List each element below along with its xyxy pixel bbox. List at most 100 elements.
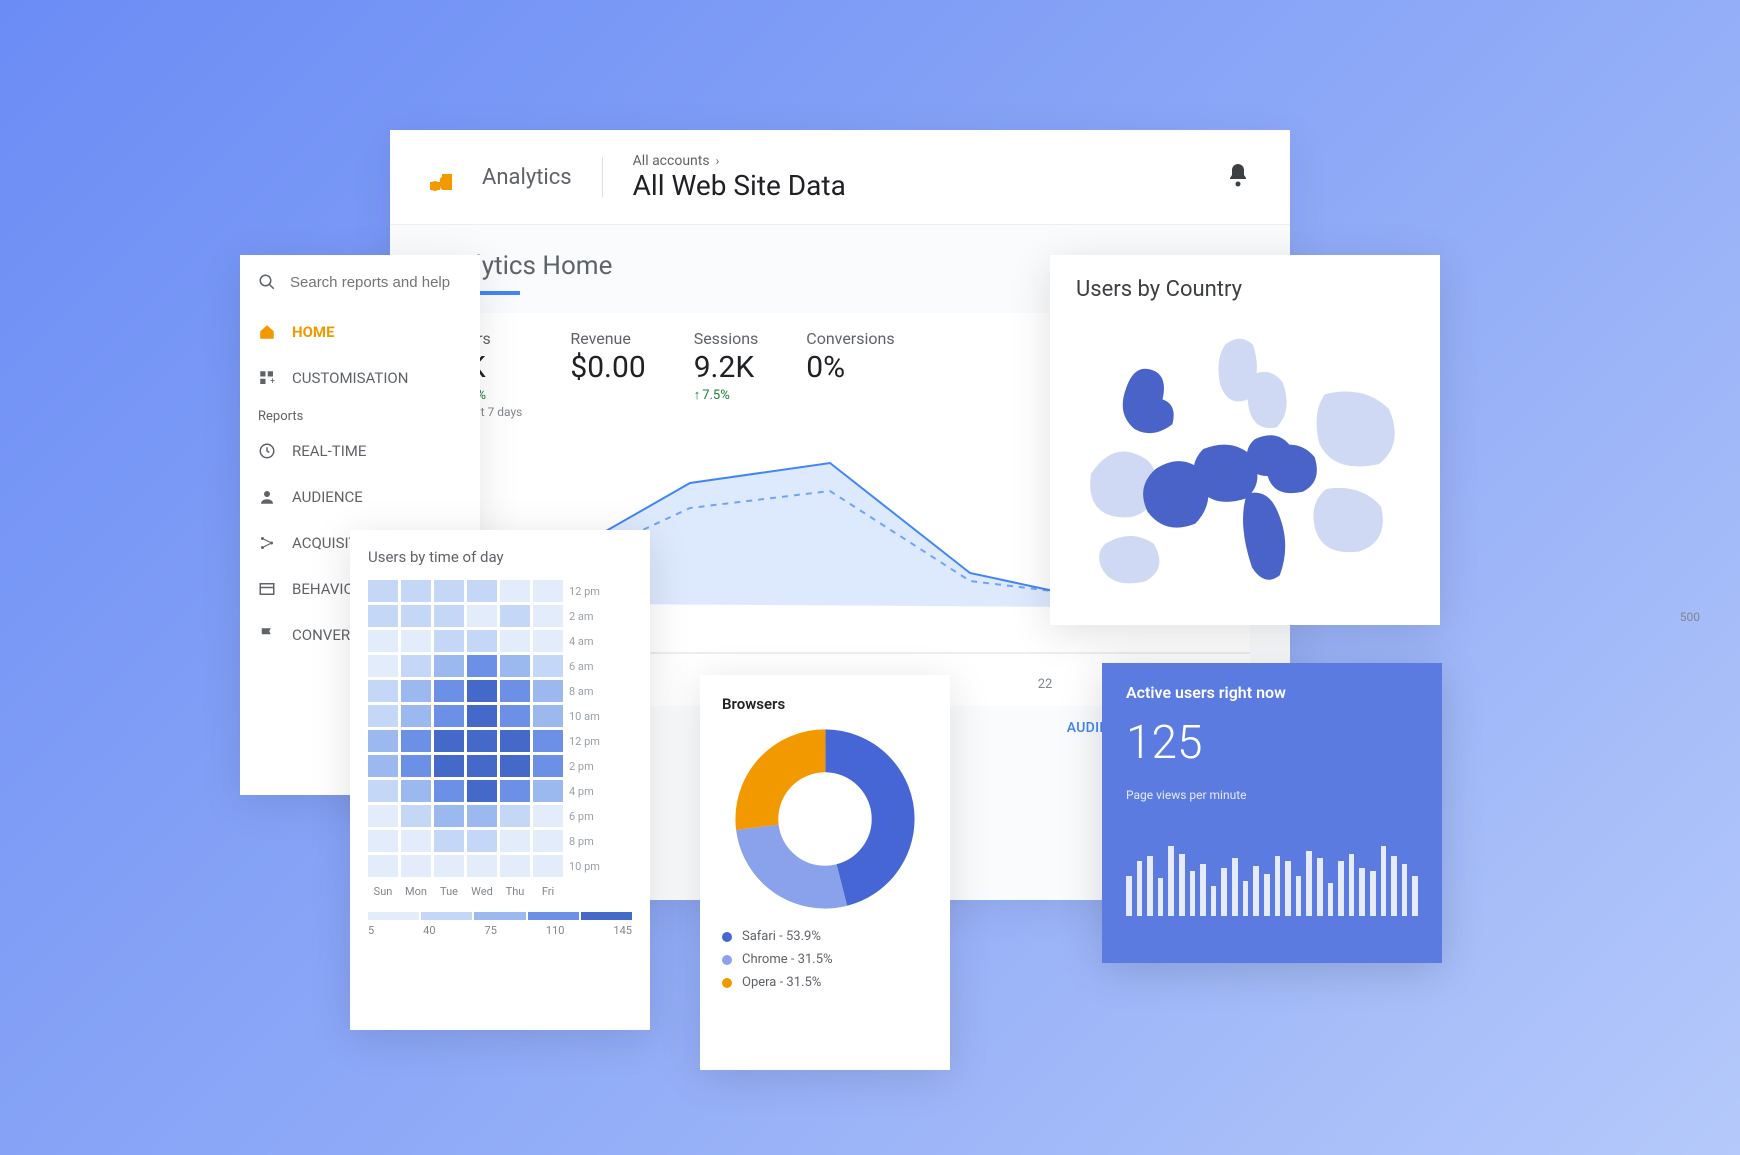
- heatmap-cell: [533, 855, 563, 877]
- sidebar-item-home[interactable]: HOME: [240, 309, 480, 355]
- heatmap-cell: [401, 655, 431, 677]
- heatmap-cell: [401, 680, 431, 702]
- heatmap-cell: [401, 730, 431, 752]
- mini-bar: [1296, 876, 1302, 916]
- active-users-value: 125: [1126, 716, 1418, 770]
- heatmap-cell: [368, 780, 398, 802]
- legend-dot-icon: [722, 955, 732, 965]
- mini-bar: [1359, 868, 1365, 916]
- heatmap-cell: [500, 705, 530, 727]
- heatmap-cell: [533, 705, 563, 727]
- heatmap-cell: [368, 630, 398, 652]
- browsers-title: Browsers: [722, 695, 928, 713]
- mini-bar: [1317, 858, 1323, 916]
- mini-bar: [1412, 876, 1418, 916]
- active-users-sub: Page views per minute: [1126, 788, 1418, 802]
- heatmap-cell: [368, 580, 398, 602]
- heatmap-cell: [533, 605, 563, 627]
- mini-bar: [1306, 851, 1312, 916]
- heatmap-cell: [467, 580, 497, 602]
- sidebar-item-customisation[interactable]: + CUSTOMISATION: [240, 355, 480, 401]
- heatmap-cell: [368, 805, 398, 827]
- metric-delta: ↑7.5%: [694, 387, 759, 403]
- browsers-card: Browsers Safari - 53.9%Chrome - 31.5%Ope…: [700, 675, 950, 1070]
- metric-label: Revenue: [570, 329, 645, 348]
- heatmap-cell: [467, 730, 497, 752]
- heatmap-cell: [434, 755, 464, 777]
- mini-bar: [1402, 864, 1408, 916]
- search-icon: [258, 273, 276, 291]
- legend-dot-icon: [722, 932, 732, 942]
- sidebar-item-audience[interactable]: AUDIENCE: [240, 474, 480, 520]
- sidebar-item-label: HOME: [292, 323, 335, 341]
- heatmap-cell: [467, 855, 497, 877]
- svg-text:+: +: [270, 377, 275, 387]
- mini-bar: [1349, 854, 1355, 916]
- metric-value: 0%: [806, 350, 894, 385]
- heatmap-cell: [368, 655, 398, 677]
- heatmap-cell: [401, 780, 431, 802]
- search-row[interactable]: [240, 255, 480, 309]
- heatmap-cell: [533, 830, 563, 852]
- heatmap-cell: [500, 855, 530, 877]
- y-axis-tick: 500: [1680, 610, 1700, 624]
- heatmap-cell: [401, 805, 431, 827]
- heatmap-cell: [500, 580, 530, 602]
- metric-conversions[interactable]: Conversions 0%: [806, 329, 894, 419]
- mini-bar: [1243, 881, 1249, 916]
- heatmap-cell: [434, 805, 464, 827]
- heatmap-cell: [434, 580, 464, 602]
- pageviews-bar-chart: [1126, 816, 1418, 916]
- metric-revenue[interactable]: Revenue $0.00: [570, 329, 645, 419]
- heatmap-grid: [368, 580, 563, 877]
- heatmap-cell: [434, 605, 464, 627]
- heatmap-cell: [500, 655, 530, 677]
- grid-icon: [258, 580, 276, 598]
- heatmap-cell: [467, 830, 497, 852]
- heatmap-cell: [368, 830, 398, 852]
- home-icon: [258, 323, 276, 341]
- heatmap-cell: [467, 805, 497, 827]
- heatmap-cell: [434, 855, 464, 877]
- heatmap-cell: [401, 705, 431, 727]
- metric-sessions[interactable]: Sessions 9.2K ↑7.5%: [694, 329, 759, 419]
- heatmap-cell: [368, 855, 398, 877]
- heatmap-cell: [500, 605, 530, 627]
- mini-bar: [1158, 878, 1164, 916]
- heatmap-cell: [368, 730, 398, 752]
- dashboard-icon: +: [258, 369, 276, 387]
- heatmap-cell: [434, 705, 464, 727]
- account-switcher[interactable]: All accounts › All Web Site Data: [633, 153, 846, 202]
- sidebar-item-label: CUSTOMISATION: [292, 369, 408, 387]
- heatmap-legend-ticks: 54075110145: [368, 924, 632, 937]
- sidebar-item-label: AUDIENCE: [292, 488, 363, 506]
- search-input[interactable]: [290, 274, 462, 291]
- bell-icon[interactable]: [1226, 162, 1250, 192]
- heatmap-cell: [401, 630, 431, 652]
- heatmap-cell: [500, 680, 530, 702]
- heatmap-cell: [467, 680, 497, 702]
- heatmap-card: Users by time of day 12 pm2 am4 am6 am8 …: [350, 530, 650, 1030]
- heatmap-cell: [467, 655, 497, 677]
- heatmap-cell: [500, 780, 530, 802]
- legend-dot-icon: [722, 978, 732, 988]
- mini-bar: [1253, 866, 1259, 916]
- sidebar-item-realtime[interactable]: REAL-TIME: [240, 428, 480, 474]
- mini-bar: [1211, 886, 1217, 916]
- heatmap-cell: [533, 580, 563, 602]
- browser-legend-item: Opera - 31.5%: [722, 975, 928, 990]
- heatmap-cell: [500, 805, 530, 827]
- mini-bar: [1370, 871, 1376, 916]
- heatmap-cell: [533, 730, 563, 752]
- heatmap-cell: [533, 755, 563, 777]
- mini-bar: [1264, 874, 1270, 916]
- accounts-label: All accounts: [633, 153, 710, 169]
- heatmap-cell: [434, 780, 464, 802]
- europe-map: [1076, 314, 1414, 604]
- browsers-donut-chart: [735, 729, 915, 909]
- heatmap-cell: [533, 655, 563, 677]
- sidebar-item-label: REAL-TIME: [292, 442, 366, 460]
- heatmap-cell: [368, 680, 398, 702]
- heatmap-cell: [401, 580, 431, 602]
- mini-bar: [1147, 856, 1153, 916]
